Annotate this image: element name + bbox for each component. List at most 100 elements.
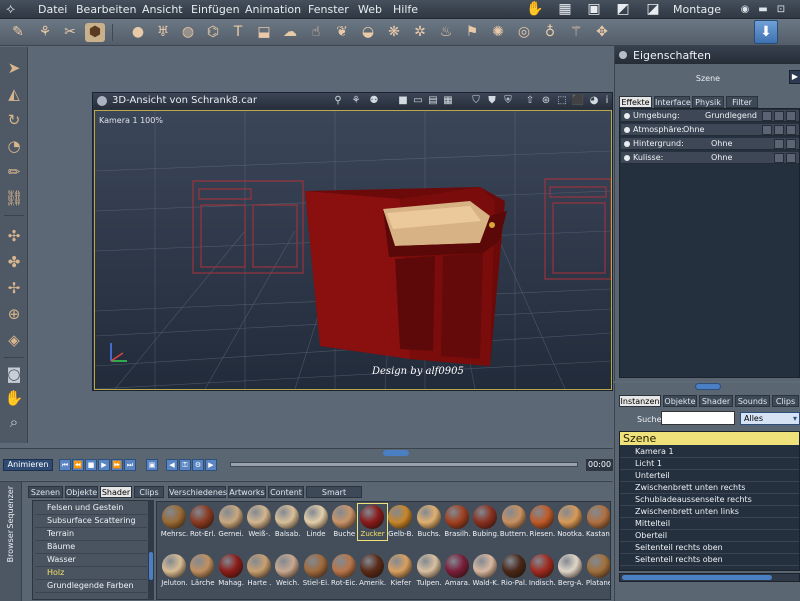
- search-input[interactable]: [661, 411, 735, 425]
- category-item[interactable]: Felsen und Gestein: [35, 502, 147, 515]
- menu-bearbeiten[interactable]: Bearbeiten: [76, 3, 136, 16]
- tab-shader[interactable]: Shader: [699, 395, 733, 407]
- nav-arrow-icon[interactable]: ⇧: [523, 94, 537, 108]
- restore-icon[interactable]: ▬: [756, 3, 770, 16]
- shader-swatch[interactable]: Kastan.: [585, 504, 610, 540]
- category-item[interactable]: Subsurface Scattering: [35, 515, 147, 528]
- view-titlebar[interactable]: 3D-Ansicht von Schrank8.car ⚲ ⚘ ⚉ ■ ▭ ▤ …: [93, 93, 612, 109]
- panel-resize-handle[interactable]: [695, 383, 721, 390]
- download-button[interactable]: ⬇: [754, 20, 778, 44]
- list-item[interactable]: Unterteil: [620, 470, 799, 482]
- tab-effekte[interactable]: Effekte: [619, 96, 652, 108]
- menu-datei[interactable]: Datei: [38, 3, 67, 16]
- stamp-icon[interactable]: ⬢: [85, 23, 105, 42]
- fast-forward-icon[interactable]: ⏩: [111, 459, 123, 471]
- filter-select[interactable]: Alles ▾: [740, 412, 800, 425]
- category-item[interactable]: Wasser: [35, 554, 147, 567]
- single-view-icon[interactable]: ■: [396, 94, 410, 108]
- pipe-icon[interactable]: ⌬: [203, 23, 223, 42]
- edit-icon[interactable]: [774, 139, 784, 149]
- tab-verschiedenes[interactable]: Verschiedenes: [168, 486, 227, 498]
- zoom-icon[interactable]: ⌕: [3, 411, 25, 433]
- bulb-icon[interactable]: ♁: [540, 23, 560, 42]
- tab-browser[interactable]: Browser: [6, 530, 18, 562]
- dropdown-icon[interactable]: [762, 111, 772, 121]
- scrollbar-thumb[interactable]: [622, 575, 772, 580]
- sphere-shade-icon[interactable]: ◕: [587, 94, 601, 108]
- cloud-icon[interactable]: ☁: [280, 23, 300, 42]
- category-item[interactable]: Grundlegende Farben: [35, 580, 147, 593]
- timeline-resize-handle[interactable]: [383, 450, 409, 456]
- metaball-icon[interactable]: ❋: [384, 23, 404, 42]
- copy-icon[interactable]: [786, 153, 796, 163]
- shield-side-icon[interactable]: ⛊: [485, 94, 499, 108]
- tab-objekte[interactable]: Objekte: [65, 486, 98, 498]
- wand-icon[interactable]: ⚘: [35, 23, 55, 42]
- tab-instanzen[interactable]: Instanzen: [619, 395, 661, 407]
- scrollbar-thumb[interactable]: [149, 552, 153, 580]
- property-value[interactable]: Ohne: [683, 125, 704, 134]
- timeline-slider[interactable]: [230, 462, 578, 467]
- play-icon[interactable]: ▶: [98, 459, 110, 471]
- tab-clips[interactable]: Clips: [134, 486, 164, 498]
- property-row[interactable]: Hintergrund: Ohne: [621, 138, 799, 150]
- tab-interface[interactable]: Interface: [654, 96, 691, 108]
- edit-icon[interactable]: [774, 111, 784, 121]
- next-key-icon[interactable]: ▶: [205, 459, 217, 471]
- camera-icon[interactable]: ◙: [3, 363, 25, 385]
- window-close-icon[interactable]: [97, 96, 107, 106]
- spot-light-icon[interactable]: ♨: [436, 23, 456, 42]
- figure-icon[interactable]: ⚉: [367, 94, 381, 108]
- sphere-move-icon[interactable]: ⊕: [3, 303, 25, 325]
- shader-swatch[interactable]: Platane: [585, 553, 610, 589]
- rotate-icon[interactable]: ↻: [3, 109, 25, 131]
- go-start-icon[interactable]: ⏮: [59, 459, 71, 471]
- triple-view-icon[interactable]: ▤: [426, 94, 440, 108]
- list-item[interactable]: Kamera 1: [620, 446, 799, 458]
- tab-content[interactable]: Content: [268, 486, 304, 498]
- category-scrollbar[interactable]: [148, 500, 154, 600]
- go-end-icon[interactable]: ⏭: [124, 459, 136, 471]
- target-icon[interactable]: ◎: [514, 23, 534, 42]
- dropdown-icon[interactable]: [762, 125, 772, 135]
- move-plane-icon[interactable]: ✢: [3, 277, 25, 299]
- modeler-icon[interactable]: ✎: [8, 23, 28, 42]
- edit-icon[interactable]: [774, 125, 784, 135]
- quad-view-icon[interactable]: ▦: [441, 94, 455, 108]
- list-item[interactable]: Licht 1: [620, 458, 799, 470]
- sphere-icon[interactable]: ●: [128, 23, 148, 42]
- time-display[interactable]: 00:00: [586, 459, 613, 471]
- list-item[interactable]: Mittelteil: [620, 518, 799, 530]
- info-icon[interactable]: i: [600, 94, 614, 108]
- tab-objekte[interactable]: Objekte: [663, 395, 697, 407]
- close-icon[interactable]: ⊡: [774, 3, 788, 16]
- category-item[interactable]: Terrain: [35, 528, 147, 541]
- region-icon[interactable]: ◩: [612, 0, 634, 19]
- copy-icon[interactable]: [786, 111, 796, 121]
- property-row[interactable]: Umgebung: Grundlegend: [621, 110, 799, 122]
- shield-top-icon[interactable]: ⛨: [501, 94, 515, 108]
- tab-szenen[interactable]: Szenen: [28, 486, 63, 498]
- terrain-icon[interactable]: ⬓: [254, 23, 274, 42]
- menu-web[interactable]: Web: [358, 3, 382, 16]
- tab-sounds[interactable]: Sounds: [735, 395, 770, 407]
- bowl-icon[interactable]: ◒: [358, 23, 378, 42]
- dropper-icon[interactable]: ⚚: [566, 23, 586, 42]
- light-icon[interactable]: ✲: [410, 23, 430, 42]
- preview-icon[interactable]: ◪: [642, 0, 664, 19]
- twist-icon[interactable]: ◔: [3, 135, 25, 157]
- edit-icon[interactable]: [774, 153, 784, 163]
- category-item[interactable]: Bäume: [35, 541, 147, 554]
- copy-icon[interactable]: [786, 125, 796, 135]
- pan-hand-icon[interactable]: ✋: [3, 387, 25, 409]
- tab-smart-content[interactable]: Smart Content: [306, 486, 362, 509]
- select-region-icon[interactable]: ◭: [3, 83, 25, 105]
- render-icon[interactable]: ▣: [583, 0, 605, 19]
- property-row[interactable]: Kulisse: Ohne: [621, 152, 799, 164]
- app-logo-icon[interactable]: ⟡: [6, 2, 28, 17]
- list-header[interactable]: Szene: [620, 432, 799, 445]
- tab-artworks[interactable]: Artworks: [228, 486, 266, 498]
- hand-icon[interactable]: ✋: [524, 0, 546, 19]
- animate-button[interactable]: Animieren: [3, 459, 53, 471]
- list-item[interactable]: Schubladeaussenseite rechts: [620, 494, 799, 506]
